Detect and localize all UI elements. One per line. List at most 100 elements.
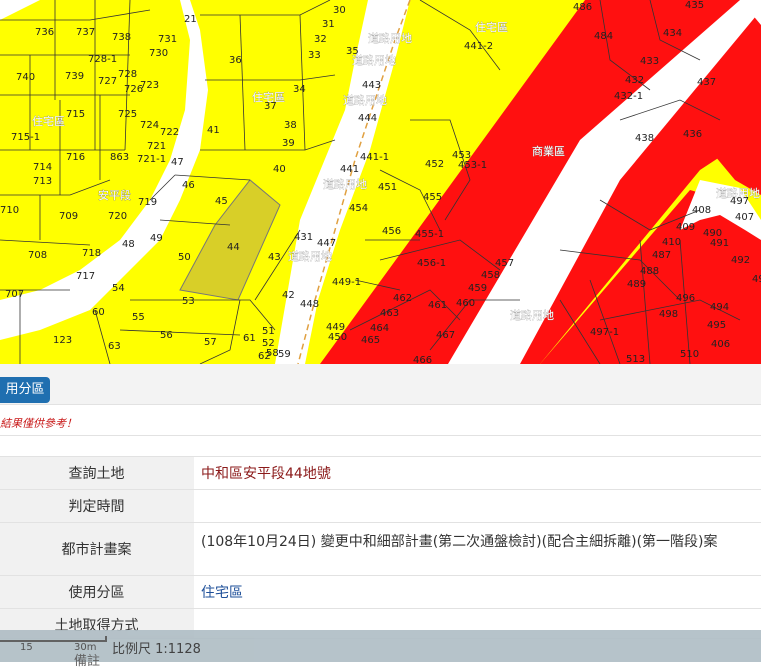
svg-text:863: 863 — [110, 152, 129, 163]
svg-text:36: 36 — [229, 55, 242, 66]
svg-text:487: 487 — [652, 250, 671, 261]
svg-text:60: 60 — [92, 307, 105, 318]
svg-text:721: 721 — [147, 141, 166, 152]
svg-text:441-2: 441-2 — [464, 41, 493, 52]
svg-text:718: 718 — [82, 248, 101, 259]
svg-text:441: 441 — [340, 164, 359, 175]
svg-text:720: 720 — [108, 211, 127, 222]
svg-text:456: 456 — [382, 226, 401, 237]
svg-text:510: 510 — [680, 349, 699, 360]
svg-text:459: 459 — [468, 283, 487, 294]
svg-text:57: 57 — [204, 337, 217, 348]
svg-text:32: 32 — [314, 34, 327, 45]
svg-text:435: 435 — [685, 0, 704, 11]
svg-text:740: 740 — [16, 72, 35, 83]
svg-text:739: 739 — [65, 71, 84, 82]
svg-text:728-1: 728-1 — [88, 54, 117, 65]
svg-text:464: 464 — [370, 323, 389, 334]
svg-text:434: 434 — [663, 28, 682, 39]
disclaimer-text: 結果僅供參考！ — [0, 417, 77, 430]
row-value-plan: (108年10月24日) 變更中和細部計畫(第二次通盤檢討)(配合主細拆離)(第… — [194, 522, 761, 576]
svg-text:484: 484 — [594, 31, 613, 42]
svg-text:486: 486 — [573, 2, 592, 13]
svg-text:730: 730 — [149, 48, 168, 59]
zone-label-road: 道路用地 — [368, 31, 412, 45]
svg-text:437: 437 — [697, 77, 716, 88]
svg-text:406: 406 — [711, 339, 730, 350]
svg-text:50: 50 — [178, 252, 191, 263]
svg-text:408: 408 — [692, 205, 711, 216]
svg-text:451: 451 — [378, 182, 397, 193]
svg-text:38: 38 — [284, 120, 297, 131]
svg-text:497: 497 — [730, 196, 749, 207]
info-panel: 用分區 結果僅供參考！ 查詢土地 中和區安平段44地號 判定時間 都市計畫案 (… — [0, 364, 761, 662]
svg-text:433: 433 — [640, 56, 659, 67]
svg-text:513: 513 — [626, 354, 645, 364]
svg-text:496: 496 — [676, 293, 695, 304]
svg-text:447: 447 — [317, 238, 336, 249]
svg-text:728: 728 — [118, 69, 137, 80]
svg-text:407: 407 — [735, 212, 754, 223]
zoning-map[interactable]: 住宅區 住宅區 住宅區 商業區 道路用地 道路用地 道路用地 道路用地 道路用地… — [0, 0, 761, 364]
svg-text:59: 59 — [278, 349, 291, 360]
svg-text:56: 56 — [160, 330, 173, 341]
svg-text:441-1: 441-1 — [360, 152, 389, 163]
svg-text:458: 458 — [481, 270, 500, 281]
svg-text:462: 462 — [393, 293, 412, 304]
row-key: 查詢土地 — [0, 456, 194, 490]
svg-text:61: 61 — [243, 333, 256, 344]
svg-text:497-1: 497-1 — [590, 327, 619, 338]
svg-text:715-1: 715-1 — [11, 132, 40, 143]
zoning-tab[interactable]: 用分區 — [0, 377, 50, 403]
svg-text:453-1: 453-1 — [458, 160, 487, 171]
svg-text:731: 731 — [158, 34, 177, 45]
svg-text:498: 498 — [659, 309, 678, 320]
svg-text:710: 710 — [0, 205, 19, 216]
row-value-time — [194, 489, 761, 523]
svg-text:708: 708 — [28, 250, 47, 261]
svg-text:450: 450 — [328, 332, 347, 343]
svg-text:457: 457 — [495, 258, 514, 269]
svg-text:448: 448 — [300, 299, 319, 310]
svg-text:34: 34 — [293, 84, 306, 95]
svg-text:719: 719 — [138, 197, 157, 208]
svg-text:724: 724 — [140, 120, 159, 131]
svg-text:717: 717 — [76, 271, 95, 282]
svg-text:45: 45 — [215, 196, 228, 207]
svg-text:431: 431 — [294, 232, 313, 243]
svg-text:37: 37 — [264, 101, 277, 112]
svg-text:41: 41 — [207, 125, 220, 136]
svg-text:49: 49 — [150, 233, 163, 244]
zone-label-commercial: 商業區 — [532, 144, 565, 158]
svg-text:58: 58 — [266, 348, 279, 359]
svg-text:30: 30 — [333, 5, 346, 16]
svg-text:55: 55 — [132, 312, 145, 323]
row-key: 使用分區 — [0, 575, 194, 609]
svg-text:31: 31 — [322, 19, 335, 30]
scale-tick: 15 — [20, 642, 33, 653]
row-value-zoning: 住宅區 — [194, 575, 761, 609]
row-key: 都市計畫案 — [0, 522, 194, 576]
svg-text:709: 709 — [59, 211, 78, 222]
svg-text:737: 737 — [76, 27, 95, 38]
svg-text:54: 54 — [112, 283, 125, 294]
svg-text:35: 35 — [346, 46, 359, 57]
svg-text:495: 495 — [707, 320, 726, 331]
zone-label-road: 道路用地 — [343, 93, 387, 107]
section-label: 安平段 — [98, 188, 131, 202]
svg-text:46: 46 — [182, 180, 195, 191]
svg-text:40: 40 — [273, 164, 286, 175]
svg-text:51: 51 — [262, 326, 275, 337]
svg-text:39: 39 — [282, 138, 295, 149]
svg-text:465: 465 — [361, 335, 380, 346]
svg-text:452: 452 — [425, 159, 444, 170]
svg-text:738: 738 — [112, 32, 131, 43]
svg-text:410: 410 — [662, 237, 681, 248]
svg-text:42: 42 — [282, 290, 295, 301]
svg-text:488: 488 — [640, 266, 659, 277]
svg-text:123: 123 — [53, 335, 72, 346]
svg-text:456-1: 456-1 — [417, 258, 446, 269]
svg-text:460: 460 — [456, 298, 475, 309]
svg-text:432: 432 — [625, 75, 644, 86]
svg-text:707: 707 — [5, 289, 24, 300]
